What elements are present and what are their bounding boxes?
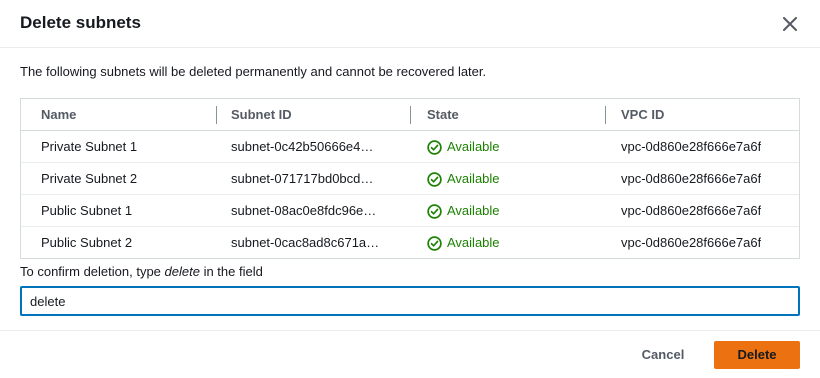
cell-state: Available <box>427 131 500 163</box>
table-row: Public Subnet 1 subnet-08ac0e8fdc96e… Av… <box>21 195 799 227</box>
status-label: Available <box>447 235 500 250</box>
cancel-button[interactable]: Cancel <box>628 341 698 369</box>
confirm-label-suffix: in the field <box>199 264 263 279</box>
status-label: Available <box>447 139 500 154</box>
delete-subnets-modal: Delete subnets The following subnets wil… <box>0 0 820 378</box>
cell-subnet-id: subnet-071717bd0bcd… <box>231 171 374 186</box>
column-resizer[interactable] <box>216 106 217 124</box>
modal-footer: Cancel Delete <box>0 330 820 378</box>
cell-subnet-id: subnet-0cac8ad8c671a… <box>231 235 380 250</box>
column-resizer[interactable] <box>605 106 606 124</box>
modal-title: Delete subnets <box>20 13 141 32</box>
cell-name: Private Subnet 2 <box>41 171 138 186</box>
close-icon <box>783 17 797 31</box>
cell-state: Available <box>427 227 500 259</box>
status-label: Available <box>447 203 500 218</box>
cell-vpc-id: vpc-0d860e28f666e7a6f <box>621 171 762 186</box>
check-circle-icon <box>427 235 442 251</box>
confirm-label: To confirm deletion, type delete in the … <box>20 264 263 279</box>
column-header-state[interactable]: State <box>427 99 459 131</box>
modal-description: The following subnets will be deleted pe… <box>20 64 487 79</box>
column-resizer[interactable] <box>410 106 411 124</box>
confirm-label-prefix: To confirm deletion, type <box>20 264 165 279</box>
column-header-name[interactable]: Name <box>41 99 76 131</box>
cell-subnet-id: subnet-08ac0e8fdc96e… <box>231 203 377 218</box>
cell-vpc-id: vpc-0d860e28f666e7a6f <box>621 139 762 154</box>
table-row: Private Subnet 1 subnet-0c42b50666e4… Av… <box>21 131 799 163</box>
cell-vpc-id: vpc-0d860e28f666e7a6f <box>621 203 762 218</box>
cell-name: Private Subnet 1 <box>41 139 138 154</box>
check-circle-icon <box>427 203 442 219</box>
cell-subnet-id: subnet-0c42b50666e4… <box>231 139 374 154</box>
table-row: Public Subnet 2 subnet-0cac8ad8c671a… Av… <box>21 227 799 259</box>
confirm-delete-input[interactable] <box>20 286 800 316</box>
modal-header: Delete subnets <box>0 0 820 48</box>
column-header-vpc-id[interactable]: VPC ID <box>621 99 664 131</box>
table-header: Name Subnet ID State VPC ID <box>21 99 799 131</box>
column-header-subnet-id[interactable]: Subnet ID <box>231 99 292 131</box>
check-circle-icon <box>427 139 442 155</box>
confirm-keyword: delete <box>164 264 200 279</box>
cell-vpc-id: vpc-0d860e28f666e7a6f <box>621 235 762 250</box>
table-row: Private Subnet 2 subnet-071717bd0bcd… Av… <box>21 163 799 195</box>
cell-state: Available <box>427 195 500 227</box>
subnets-table: Name Subnet ID State VPC ID Private Subn… <box>20 98 800 259</box>
cell-state: Available <box>427 163 500 195</box>
cell-name: Public Subnet 1 <box>41 203 133 218</box>
check-circle-icon <box>427 171 442 187</box>
delete-button[interactable]: Delete <box>714 341 800 369</box>
cell-name: Public Subnet 2 <box>41 235 133 250</box>
status-label: Available <box>447 171 500 186</box>
close-button[interactable] <box>776 10 804 38</box>
